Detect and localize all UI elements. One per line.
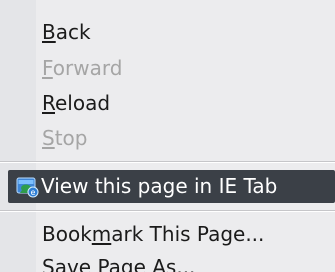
menu-separator (0, 161, 335, 163)
stop-label-rest: top (54, 126, 88, 150)
menu-item-save-page-as[interactable]: Save Page As... (0, 251, 335, 272)
forward-label-rest: orward (52, 56, 123, 80)
context-menu: Back Forward Reload Stop e View this pag… (0, 0, 335, 272)
ie-tab-label: View this page in IE Tab (41, 174, 278, 198)
bookmark-accelerator-key: m (91, 222, 112, 246)
svg-text:e: e (31, 188, 36, 197)
ie-tab-icon: e (16, 175, 40, 199)
menu-item-stop: Stop (0, 122, 335, 155)
menu-item-forward: Forward (0, 52, 335, 85)
forward-accelerator-key: F (42, 56, 53, 80)
save-page-label-pre: Save Page (42, 255, 153, 272)
reload-accelerator-key: R (42, 91, 55, 115)
save-page-label: Save Page As... (42, 255, 195, 272)
back-label-rest: ack (55, 20, 91, 44)
bookmark-label-post: ark This Page... (111, 222, 265, 246)
menu-item-back[interactable]: Back (0, 16, 335, 49)
menu-item-reload[interactable]: Reload (0, 87, 335, 120)
save-page-label-post: s... (165, 255, 196, 272)
bookmark-label-pre: Book (42, 222, 92, 246)
bookmark-label: Bookmark This Page... (42, 222, 264, 246)
save-page-accelerator-key: A (152, 255, 166, 272)
menu-item-view-in-ie-tab[interactable]: e View this page in IE Tab (8, 170, 335, 203)
menu-item-back-label: Back (42, 20, 91, 44)
menu-item-bookmark-page[interactable]: Bookmark This Page... (0, 218, 335, 251)
menu-separator (0, 210, 335, 212)
back-accelerator-key: B (42, 20, 56, 44)
menu-item-reload-label: Reload (42, 91, 110, 115)
menu-item-forward-label: Forward (42, 56, 122, 80)
stop-accelerator-key: S (42, 126, 55, 150)
menu-item-stop-label: Stop (42, 126, 87, 150)
reload-label-rest: eload (55, 91, 111, 115)
